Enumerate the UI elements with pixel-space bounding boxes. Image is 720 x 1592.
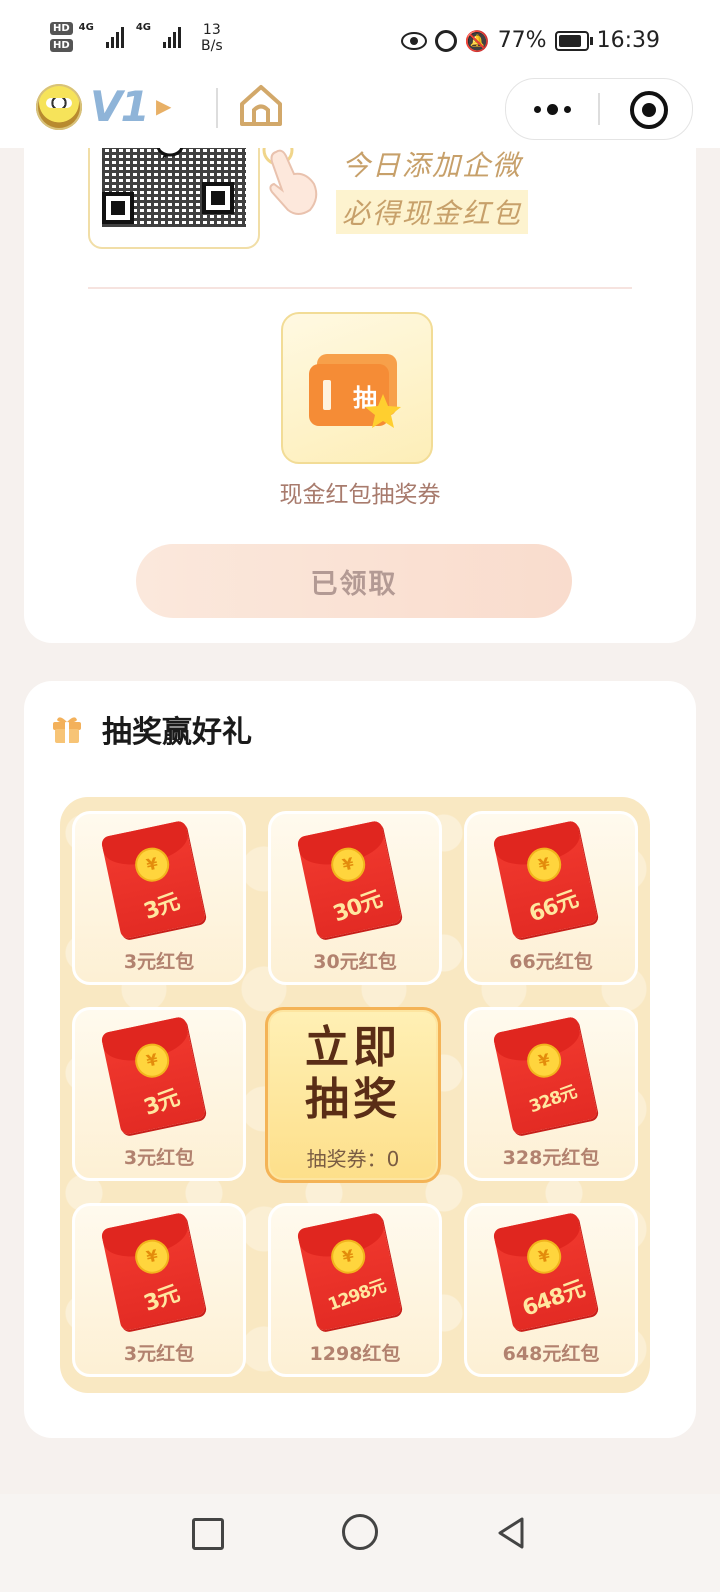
home-icon	[240, 85, 282, 126]
eye-icon	[400, 31, 427, 50]
divider	[88, 287, 632, 289]
prize-label: 30元红包	[313, 951, 397, 973]
lottery-section-title: 抽奖赢好礼	[102, 715, 252, 750]
draw-button-text: 立即 抽奖	[268, 1022, 438, 1126]
battery-percent: 77%	[497, 28, 547, 53]
gift-icon	[53, 717, 81, 743]
nav-divider	[216, 88, 218, 128]
draw-button-line2: 抽奖	[305, 1074, 401, 1125]
home-button[interactable]	[236, 80, 286, 130]
lottery-card: 抽奖赢好礼 ¥3元 3元红包 ¥30元 30元红包 ¥66元 66元红包 ¥3元…	[24, 681, 696, 1438]
close-miniprogram-button[interactable]	[630, 91, 668, 129]
ticket-count: 抽奖券：0	[306, 1147, 400, 1171]
clock: 16:39	[596, 28, 660, 53]
promo-text-line1: 今日添加企微	[342, 149, 523, 182]
sim1-network-type: 4G	[78, 22, 94, 33]
prize-label: 3元红包	[123, 951, 195, 973]
back-button[interactable]	[494, 1516, 528, 1550]
red-envelope-icon: ¥1298元	[296, 1209, 419, 1340]
status-icons: 🔕 77% 16:39	[400, 28, 660, 53]
prize-label: 648元红包	[502, 1343, 600, 1365]
avatar[interactable]	[36, 84, 82, 130]
lottery-board: ¥3元 3元红包 ¥30元 30元红包 ¥66元 66元红包 ¥3元 3元红包 …	[60, 797, 650, 1393]
prize-cell: ¥648元 648元红包	[464, 1203, 638, 1377]
home-nav-button[interactable]	[342, 1514, 378, 1550]
red-envelope-icon: ¥3元	[100, 817, 223, 948]
alarm-icon	[434, 29, 457, 52]
prize-label: 3元红包	[123, 1147, 195, 1169]
prize-cell: ¥3元 3元红包	[72, 811, 246, 985]
battery-icon	[554, 30, 593, 51]
prize-cell: ¥328元 328元红包	[464, 1007, 638, 1181]
vip-level-badge[interactable]: V1	[90, 82, 150, 131]
nav-bar: V1 ▶	[0, 70, 720, 148]
draw-now-button[interactable]: 立即 抽奖 抽奖券：0	[265, 1007, 441, 1183]
recent-apps-button[interactable]	[192, 1518, 224, 1550]
prize-cell: ¥3元 3元红包	[72, 1007, 246, 1181]
signal-group: HD HD 4G 4G 13 B/s	[50, 22, 223, 54]
qr-finder	[202, 182, 234, 214]
claimed-button[interactable]: 已领取	[136, 544, 572, 618]
mute-bell-icon: 🔕	[464, 28, 490, 53]
signal-icon	[105, 22, 124, 48]
red-envelope-icon: ¥328元	[492, 1013, 615, 1144]
network-speed: 13 B/s	[201, 22, 223, 54]
red-envelope-icon: ¥30元	[296, 817, 419, 948]
chevron-right-icon[interactable]: ▶	[156, 94, 171, 118]
reward-card: 今日添加企微 必得现金红包 抽 现金红包抽奖券 已领取	[24, 100, 696, 643]
sim2-network-type: 4G	[135, 22, 152, 33]
red-envelope-icon: ¥3元	[100, 1013, 223, 1144]
prize-label: 3元红包	[123, 1343, 195, 1365]
prize-cell: ¥3元 3元红包	[72, 1203, 246, 1377]
hd-badge-2: HD	[50, 39, 73, 52]
more-button[interactable]	[506, 79, 598, 139]
red-envelope-icon: ¥3元	[100, 1209, 223, 1340]
hd-badge-1: HD	[50, 22, 73, 35]
network-speed-value: 13	[202, 22, 221, 38]
prize-label: 328元红包	[502, 1147, 600, 1169]
prize-cell: ¥1298元 1298红包	[268, 1203, 442, 1377]
red-envelope-icon: ¥648元	[492, 1209, 615, 1340]
ticket-label: 现金红包抽奖券	[279, 482, 441, 508]
pointing-hand-icon	[262, 140, 318, 215]
lottery-ticket-icon-box: 抽	[281, 312, 433, 464]
capsule-divider	[598, 93, 600, 125]
prize-cell: ¥30元 30元红包	[268, 811, 442, 985]
prize-label: 66元红包	[509, 951, 593, 973]
prize-cell: ¥66元 66元红包	[464, 811, 638, 985]
system-nav-bar	[0, 1494, 720, 1592]
promo-text-line2: 必得现金红包	[336, 190, 529, 234]
signal-icon	[163, 22, 182, 48]
qr-finder	[102, 192, 134, 224]
draw-button-line1: 立即	[305, 1022, 401, 1073]
prize-label: 1298红包	[309, 1343, 401, 1365]
red-envelope-icon: ¥66元	[492, 817, 615, 948]
lottery-ticket-icon: 抽	[309, 354, 401, 428]
capsule-menu	[505, 78, 693, 140]
network-speed-unit: B/s	[201, 38, 223, 54]
